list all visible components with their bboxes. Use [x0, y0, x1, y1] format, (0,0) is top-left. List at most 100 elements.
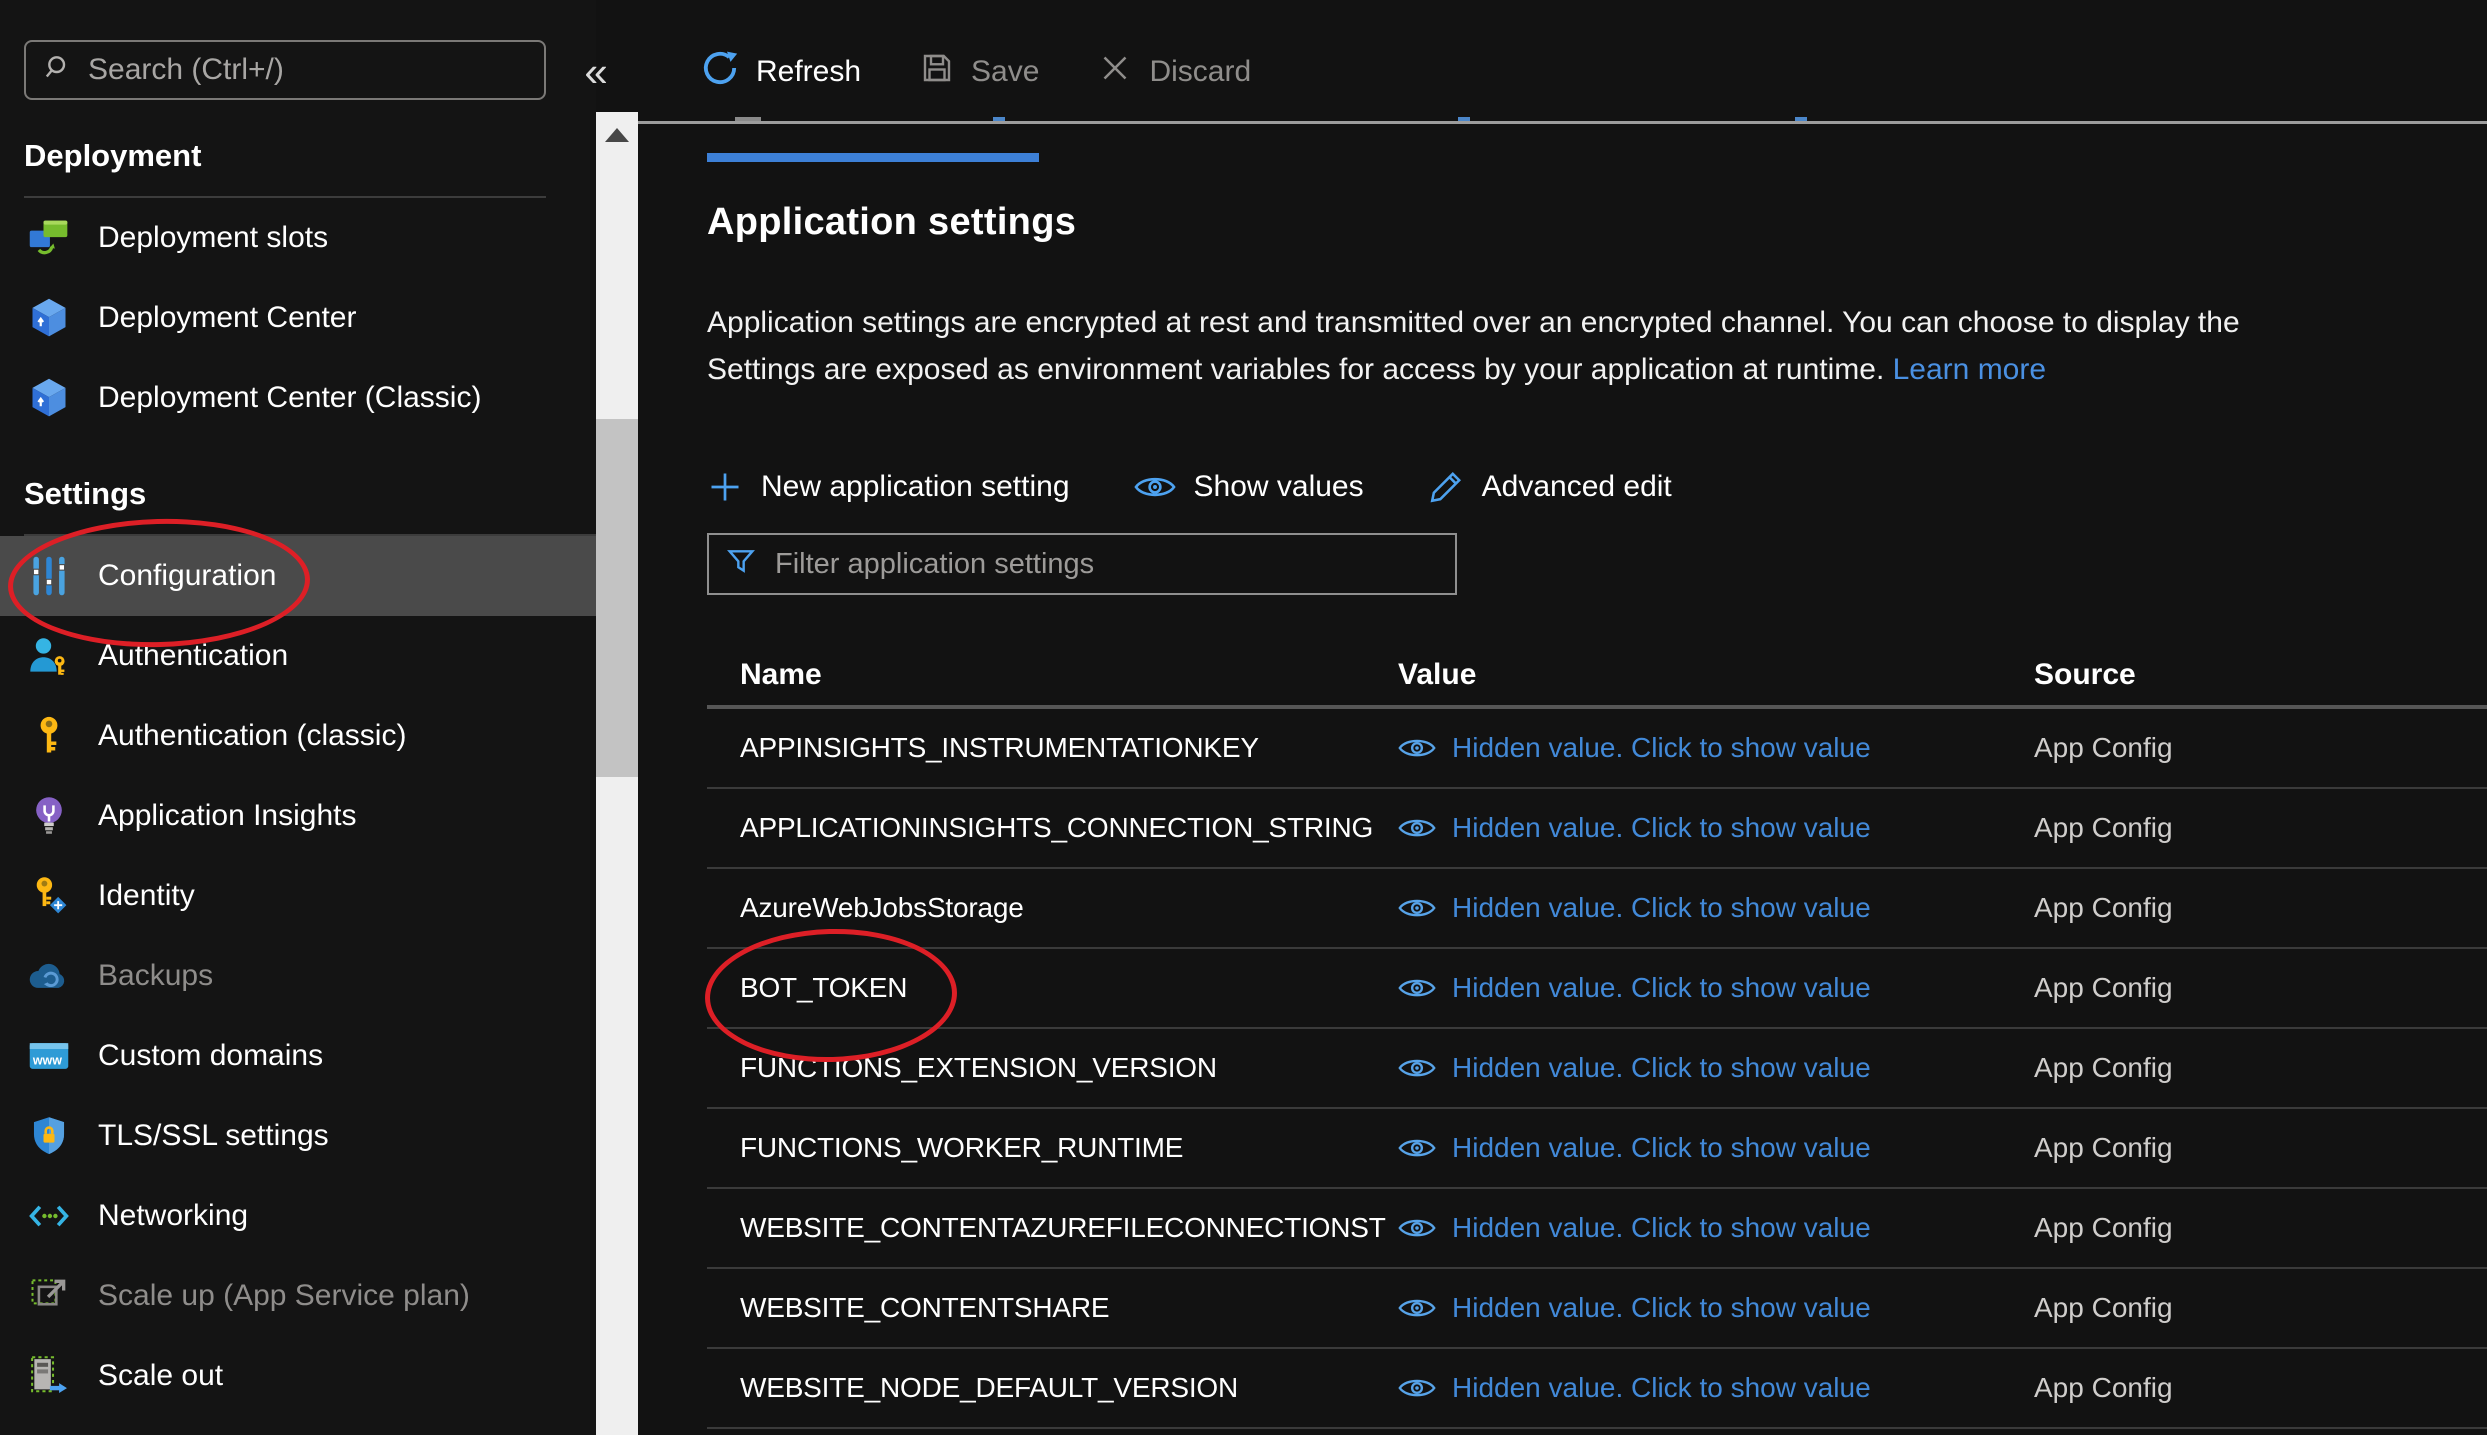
setting-name: FUNCTIONS_EXTENSION_VERSION [740, 1052, 1398, 1084]
setting-value-cell: Hidden value. Click to show value [1398, 1132, 2034, 1164]
hidden-value-link[interactable]: Hidden value. Click to show value [1452, 972, 1871, 1004]
discard-button[interactable]: Discard [1097, 50, 1251, 94]
sidebar-item-authentication[interactable]: Authentication [0, 616, 596, 696]
sidebar-item-custom-domains[interactable]: www Custom domains [0, 1016, 596, 1096]
setting-name: AzureWebJobsStorage [740, 892, 1398, 924]
active-tab-underline [707, 153, 1039, 162]
table-row: AzureWebJobsStorage Hidden value. Click … [707, 869, 2487, 949]
hidden-value-link[interactable]: Hidden value. Click to show value [1452, 892, 1871, 924]
deployment-slots-icon [26, 215, 72, 261]
search-input[interactable] [88, 53, 528, 87]
eye-icon [1398, 1375, 1436, 1401]
eye-icon [1398, 1055, 1436, 1081]
deployment-center-icon [26, 295, 72, 341]
table-body: APPINSIGHTS_INSTRUMENTATIONKEY Hidden va… [707, 709, 2487, 1429]
sidebar-item-deployment-center[interactable]: Deployment Center [0, 278, 596, 358]
sidebar-item-application-insights[interactable]: Application Insights [0, 776, 596, 856]
setting-value-cell: Hidden value. Click to show value [1398, 1052, 2034, 1084]
setting-value-cell: Hidden value. Click to show value [1398, 1212, 2034, 1244]
new-application-setting-button[interactable]: New application setting [707, 469, 1070, 505]
setting-source: App Config [2034, 1212, 2487, 1244]
table-row: WEBSITE_CONTENTAZUREFILECONNECTIONST Hid… [707, 1189, 2487, 1269]
scrollbar-up-button[interactable] [596, 112, 638, 158]
setting-source: App Config [2034, 732, 2487, 764]
setting-value-cell: Hidden value. Click to show value [1398, 892, 2034, 924]
refresh-button[interactable]: Refresh [700, 48, 861, 96]
eye-icon [1398, 815, 1436, 841]
hidden-value-link[interactable]: Hidden value. Click to show value [1452, 1212, 1871, 1244]
identity-icon [26, 873, 72, 919]
command-bar: Refresh Save Discard [638, 0, 2487, 124]
setting-source: App Config [2034, 812, 2487, 844]
tab-label-remnant [1795, 117, 1807, 121]
page-title: Application settings [707, 199, 2487, 245]
eye-icon [1398, 735, 1436, 761]
sidebar-item-deployment-slots[interactable]: Deployment slots [0, 198, 596, 278]
setting-value-cell: Hidden value. Click to show value [1398, 972, 2034, 1004]
setting-name: WEBSITE_CONTENTSHARE [740, 1292, 1398, 1324]
setting-value-cell: Hidden value. Click to show value [1398, 1372, 2034, 1404]
section-heading-deployment: Deployment [24, 132, 596, 180]
eye-icon [1398, 895, 1436, 921]
backups-icon [26, 953, 72, 999]
hidden-value-link[interactable]: Hidden value. Click to show value [1452, 732, 1871, 764]
learn-more-link[interactable]: Learn more [1893, 353, 2046, 386]
hidden-value-link[interactable]: Hidden value. Click to show value [1452, 812, 1871, 844]
hidden-value-link[interactable]: Hidden value. Click to show value [1452, 1292, 1871, 1324]
application-settings-table: Name Value Source APPINSIGHTS_INSTRUMENT… [707, 645, 2487, 1429]
hidden-value-link[interactable]: Hidden value. Click to show value [1452, 1052, 1871, 1084]
discard-icon [1097, 50, 1133, 94]
deployment-center-classic-icon [26, 375, 72, 421]
sidebar-item-tls-ssl-settings[interactable]: TLS/SSL settings [0, 1096, 596, 1176]
setting-value-cell: Hidden value. Click to show value [1398, 732, 2034, 764]
save-icon [919, 50, 955, 94]
sidebar-item-configuration[interactable]: Configuration [0, 536, 596, 616]
scrollbar-thumb[interactable] [596, 419, 638, 777]
show-values-button[interactable]: Show values [1134, 470, 1364, 504]
sidebar-item-backups[interactable]: Backups [0, 936, 596, 1016]
table-row: WEBSITE_NODE_DEFAULT_VERSION Hidden valu… [707, 1349, 2487, 1429]
table-row: APPLICATIONINSIGHTS_CONNECTION_STRING Hi… [707, 789, 2487, 869]
description-line-2: Settings are exposed as environment vari… [707, 346, 2487, 393]
configuration-pane: Application settings Application setting… [638, 127, 2487, 1435]
sidebar-item-scale-out[interactable]: Scale out [0, 1336, 596, 1416]
save-button[interactable]: Save [919, 50, 1039, 94]
table-row: FUNCTIONS_EXTENSION_VERSION Hidden value… [707, 1029, 2487, 1109]
hidden-value-link[interactable]: Hidden value. Click to show value [1452, 1132, 1871, 1164]
column-header-source: Source [2034, 658, 2487, 692]
actions-bar: New application setting Show values Adva… [707, 463, 2487, 511]
setting-source: App Config [2034, 892, 2487, 924]
sidebar-item-identity[interactable]: Identity [0, 856, 596, 936]
setting-source: App Config [2034, 1372, 2487, 1404]
hidden-value-link[interactable]: Hidden value. Click to show value [1452, 1372, 1871, 1404]
sidebar-item-scale-up-app-service-plan[interactable]: Scale up (App Service plan) [0, 1256, 596, 1336]
setting-name: BOT_TOKEN [740, 972, 1398, 1004]
eye-icon [1398, 975, 1436, 1001]
sidebar-item-deployment-center-classic[interactable]: Deployment Center (Classic) [0, 358, 596, 438]
sidebar-item-authentication-classic[interactable]: Authentication (classic) [0, 696, 596, 776]
setting-name: APPINSIGHTS_INSTRUMENTATIONKEY [740, 732, 1398, 764]
table-row: WEBSITE_CONTENTSHARE Hidden value. Click… [707, 1269, 2487, 1349]
section-heading-settings: Settings [24, 470, 596, 518]
setting-value-cell: Hidden value. Click to show value [1398, 1292, 2034, 1324]
description: Application settings are encrypted at re… [707, 299, 2487, 393]
refresh-label: Refresh [756, 55, 861, 89]
filter-box[interactable] [707, 533, 1457, 595]
setting-source: App Config [2034, 1292, 2487, 1324]
advanced-edit-button[interactable]: Advanced edit [1428, 469, 1672, 505]
eye-icon [1398, 1135, 1436, 1161]
vertical-scrollbar[interactable] [596, 112, 638, 1435]
filter-input[interactable] [775, 548, 1439, 581]
collapse-sidebar-button[interactable]: « [572, 46, 620, 98]
tls-ssl-icon [26, 1113, 72, 1159]
save-label: Save [971, 55, 1039, 89]
sidebar-item-networking[interactable]: Networking [0, 1176, 596, 1256]
tab-label-remnant [993, 117, 1005, 121]
svg-text:www: www [32, 1053, 62, 1067]
refresh-icon [700, 48, 740, 96]
sidebar-nav: Deployment Deployment slots Deployment C… [0, 118, 596, 1416]
column-header-value: Value [1398, 658, 2034, 692]
setting-source: App Config [2034, 1132, 2487, 1164]
sidebar-search-box[interactable] [24, 40, 546, 100]
application-insights-icon [26, 793, 72, 839]
